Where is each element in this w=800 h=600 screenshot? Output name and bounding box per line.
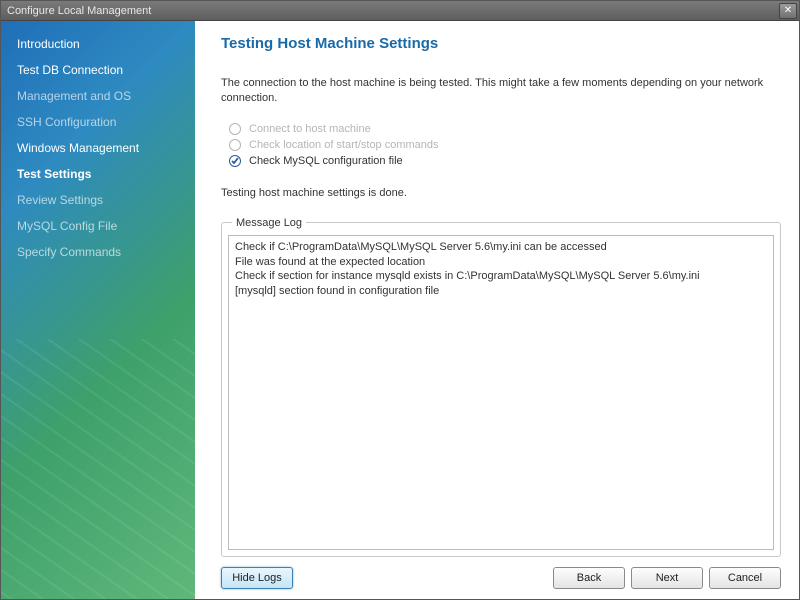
titlebar[interactable]: Configure Local Management ✕ [1,1,799,21]
sidebar-item-specify-commands[interactable]: Specify Commands [1,239,195,265]
message-log-legend: Message Log [232,217,306,229]
sidebar: Introduction Test DB Connection Manageme… [1,21,195,599]
check-list: Connect to host machine Check location o… [229,123,781,171]
circle-icon [229,139,241,151]
back-button[interactable]: Back [553,567,625,589]
checkmark-icon [229,155,241,167]
sidebar-item-windows-management[interactable]: Windows Management [1,135,195,161]
window-title: Configure Local Management [7,5,151,17]
cancel-button[interactable]: Cancel [709,567,781,589]
sidebar-item-review-settings[interactable]: Review Settings [1,187,195,213]
hide-logs-button[interactable]: Hide Logs [221,567,293,589]
check-item-connect-host: Connect to host machine [229,123,781,135]
check-item-mysql-config: Check MySQL configuration file [229,155,781,167]
sidebar-item-introduction[interactable]: Introduction [1,31,195,57]
nav-list: Introduction Test DB Connection Manageme… [1,21,195,275]
right-buttons: Back Next Cancel [553,567,781,589]
status-text: Testing host machine settings is done. [221,187,781,199]
check-label: Check MySQL configuration file [249,155,403,167]
check-label: Check location of start/stop commands [249,139,439,151]
sidebar-item-test-db-connection[interactable]: Test DB Connection [1,57,195,83]
sidebar-item-ssh-configuration[interactable]: SSH Configuration [1,109,195,135]
message-log-textarea[interactable]: Check if C:\ProgramData\MySQL\MySQL Serv… [228,235,774,550]
close-icon: ✕ [784,5,792,16]
main-panel: Testing Host Machine Settings The connec… [195,21,799,599]
circle-icon [229,123,241,135]
sidebar-item-test-settings[interactable]: Test Settings [1,161,195,187]
dialog-window: Configure Local Management ✕ Introductio… [0,0,800,600]
intro-text: The connection to the host machine is be… [221,76,781,107]
button-row: Hide Logs Back Next Cancel [221,557,781,591]
check-label: Connect to host machine [249,123,371,135]
close-button[interactable]: ✕ [779,3,797,19]
dialog-body: Introduction Test DB Connection Manageme… [1,21,799,599]
sidebar-item-management-and-os[interactable]: Management and OS [1,83,195,109]
sidebar-item-mysql-config-file[interactable]: MySQL Config File [1,213,195,239]
next-button[interactable]: Next [631,567,703,589]
check-item-start-stop: Check location of start/stop commands [229,139,781,151]
page-title: Testing Host Machine Settings [221,35,781,52]
left-buttons: Hide Logs [221,567,293,589]
message-log-group: Message Log Check if C:\ProgramData\MySQ… [221,217,781,557]
